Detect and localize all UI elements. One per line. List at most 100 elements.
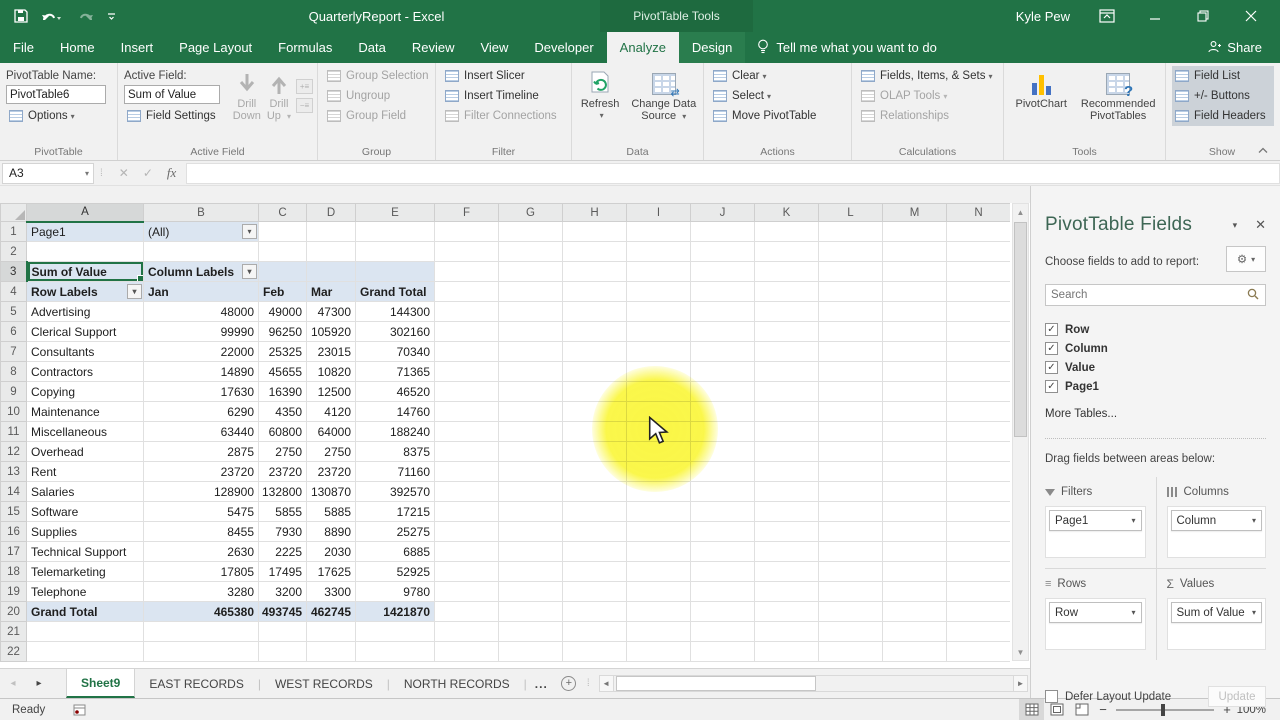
column-header-E[interactable]: E xyxy=(356,204,435,222)
column-header-G[interactable]: G xyxy=(499,204,563,222)
cell-C2[interactable] xyxy=(259,242,307,262)
cell-G15[interactable] xyxy=(499,502,563,522)
cell-N4[interactable] xyxy=(947,282,1011,302)
cell-J11[interactable] xyxy=(691,422,755,442)
cell-I19[interactable] xyxy=(627,582,691,602)
cell-H5[interactable] xyxy=(563,302,627,322)
cell-M4[interactable] xyxy=(883,282,947,302)
area-field-row[interactable]: Row▾ xyxy=(1049,602,1142,623)
cell-N7[interactable] xyxy=(947,342,1011,362)
cell-M19[interactable] xyxy=(883,582,947,602)
column-header-N[interactable]: N xyxy=(947,204,1011,222)
cell-M18[interactable] xyxy=(883,562,947,582)
cell-K4[interactable] xyxy=(755,282,819,302)
cell-N21[interactable] xyxy=(947,622,1011,642)
clear-button[interactable]: Clear▾ xyxy=(710,66,847,86)
cell-K21[interactable] xyxy=(755,622,819,642)
sheet-tab-west-records[interactable]: WEST RECORDS xyxy=(261,669,387,698)
cell-E20[interactable]: 1421870 xyxy=(356,602,435,622)
cell-B1[interactable]: (All)▾ xyxy=(144,222,259,242)
field-item-value[interactable]: ✓Value xyxy=(1045,358,1266,377)
cell-J7[interactable] xyxy=(691,342,755,362)
dropdown-caret-icon[interactable]: ▾ xyxy=(1252,608,1256,617)
cell-F1[interactable] xyxy=(435,222,499,242)
cell-H20[interactable] xyxy=(563,602,627,622)
cell-H8[interactable] xyxy=(563,362,627,382)
cell-D2[interactable] xyxy=(307,242,356,262)
cell-F6[interactable] xyxy=(435,322,499,342)
cell-F21[interactable] xyxy=(435,622,499,642)
cell-E9[interactable]: 46520 xyxy=(356,382,435,402)
cell-E5[interactable]: 144300 xyxy=(356,302,435,322)
cell-B20[interactable]: 465380 xyxy=(144,602,259,622)
cell-B13[interactable]: 23720 xyxy=(144,462,259,482)
cell-C4[interactable]: Feb xyxy=(259,282,307,302)
cell-M6[interactable] xyxy=(883,322,947,342)
cell-L20[interactable] xyxy=(819,602,883,622)
cell-M20[interactable] xyxy=(883,602,947,622)
cell-L19[interactable] xyxy=(819,582,883,602)
cell-F14[interactable] xyxy=(435,482,499,502)
cell-L17[interactable] xyxy=(819,542,883,562)
cell-K17[interactable] xyxy=(755,542,819,562)
cell-D1[interactable] xyxy=(307,222,356,242)
dropdown-caret-icon[interactable]: ▾ xyxy=(1131,516,1135,525)
cell-D9[interactable]: 12500 xyxy=(307,382,356,402)
cell-G14[interactable] xyxy=(499,482,563,502)
cell-K7[interactable] xyxy=(755,342,819,362)
cell-J18[interactable] xyxy=(691,562,755,582)
dropdown-caret-icon[interactable]: ▾ xyxy=(1131,608,1135,617)
cell-N6[interactable] xyxy=(947,322,1011,342)
column-header-L[interactable]: L xyxy=(819,204,883,222)
cell-J4[interactable] xyxy=(691,282,755,302)
cell-B11[interactable]: 63440 xyxy=(144,422,259,442)
cell-N14[interactable] xyxy=(947,482,1011,502)
minimize-button[interactable] xyxy=(1144,5,1166,27)
column-header-B[interactable]: B xyxy=(144,204,259,222)
cell-E11[interactable]: 188240 xyxy=(356,422,435,442)
cell-D15[interactable]: 5885 xyxy=(307,502,356,522)
cell-J13[interactable] xyxy=(691,462,755,482)
tab-home[interactable]: Home xyxy=(47,32,108,63)
pivotchart-button[interactable]: PivotChart xyxy=(1013,66,1070,143)
cell-D21[interactable] xyxy=(307,622,356,642)
name-box[interactable]: A3 ▾ xyxy=(2,163,94,184)
cell-D13[interactable]: 23720 xyxy=(307,462,356,482)
cell-L12[interactable] xyxy=(819,442,883,462)
cell-J3[interactable] xyxy=(691,262,755,282)
cell-D22[interactable] xyxy=(307,642,356,662)
more-tables-link[interactable]: More Tables... xyxy=(1045,408,1266,420)
cell-L3[interactable] xyxy=(819,262,883,282)
cell-B17[interactable]: 2630 xyxy=(144,542,259,562)
tab-data[interactable]: Data xyxy=(345,32,398,63)
row-header-2[interactable]: 2 xyxy=(1,242,27,262)
cell-C14[interactable]: 132800 xyxy=(259,482,307,502)
field-checkbox-page1[interactable]: ✓ xyxy=(1045,380,1058,393)
cell-E16[interactable]: 25275 xyxy=(356,522,435,542)
cell-L16[interactable] xyxy=(819,522,883,542)
cell-H16[interactable] xyxy=(563,522,627,542)
cell-M11[interactable] xyxy=(883,422,947,442)
cell-H4[interactable] xyxy=(563,282,627,302)
cell-D14[interactable]: 130870 xyxy=(307,482,356,502)
cell-E13[interactable]: 71160 xyxy=(356,462,435,482)
scrollbar-resize-grip[interactable]: ⁞ xyxy=(582,669,595,698)
row-header-14[interactable]: 14 xyxy=(1,482,27,502)
cell-K12[interactable] xyxy=(755,442,819,462)
cell-I5[interactable] xyxy=(627,302,691,322)
cell-H6[interactable] xyxy=(563,322,627,342)
cell-J2[interactable] xyxy=(691,242,755,262)
cell-K20[interactable] xyxy=(755,602,819,622)
cell-C12[interactable]: 2750 xyxy=(259,442,307,462)
cell-C11[interactable]: 60800 xyxy=(259,422,307,442)
cell-G5[interactable] xyxy=(499,302,563,322)
cell-L11[interactable] xyxy=(819,422,883,442)
cell-A15[interactable]: Software xyxy=(27,502,144,522)
cell-I15[interactable] xyxy=(627,502,691,522)
row-header-10[interactable]: 10 xyxy=(1,402,27,422)
cell-G2[interactable] xyxy=(499,242,563,262)
cell-A4[interactable]: Row Labels▾ xyxy=(27,282,144,302)
change-data-source-button[interactable]: ⇄ Change Data Source ▾ xyxy=(628,66,699,143)
active-field-input[interactable] xyxy=(124,85,220,104)
pane-tools-button[interactable]: ⚙▾ xyxy=(1226,246,1266,272)
